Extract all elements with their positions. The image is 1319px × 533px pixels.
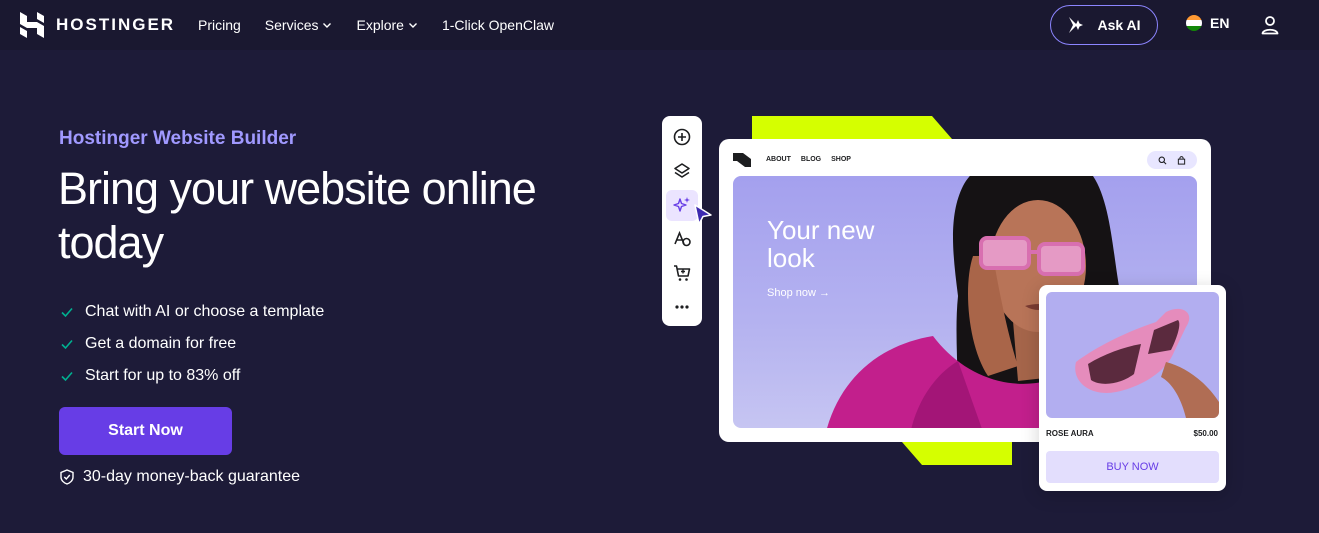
ask-ai-label: Ask AI [1097, 17, 1141, 33]
site-nav: ABOUT BLOG SHOP [766, 156, 851, 163]
site-hero-title: Your new look [767, 215, 875, 273]
feature-text: Chat with AI or choose a template [85, 303, 325, 320]
layers-button[interactable] [666, 156, 698, 187]
layers-icon [674, 163, 690, 179]
store-button[interactable] [666, 258, 698, 289]
language-selector[interactable]: EN [1186, 15, 1229, 31]
site-logo-icon [733, 153, 751, 167]
india-flag-icon [1186, 15, 1202, 31]
chevron-down-icon [323, 23, 332, 28]
nav-pricing[interactable]: Pricing [198, 17, 241, 33]
hero-eyebrow: Hostinger Website Builder [59, 128, 297, 149]
nav-services-label: Services [264, 17, 319, 33]
search-icon[interactable] [1158, 156, 1167, 165]
ask-ai-button[interactable]: Ask AI [1050, 5, 1158, 45]
nav-openclaw[interactable]: 1-Click OpenClaw [442, 17, 554, 33]
main-nav: Pricing Services Explore 1-Click OpenCla… [198, 0, 554, 50]
hero-headline: Bring your website online today [58, 163, 537, 268]
product-image [1046, 292, 1219, 418]
nav-pricing-label: Pricing [198, 17, 241, 33]
user-account-icon[interactable] [1260, 15, 1280, 35]
nav-explore-label: Explore [356, 17, 404, 33]
check-icon [61, 371, 73, 382]
nav-explore[interactable]: Explore [356, 17, 417, 33]
top-navigation-bar: HOSTINGER Pricing Services Explore 1-Cli… [0, 0, 1319, 50]
more-icon [675, 305, 689, 309]
feature-item: Get a domain for free [61, 328, 324, 360]
cart-icon [674, 265, 691, 282]
hostinger-logo-icon [20, 12, 44, 38]
bag-icon[interactable] [1177, 155, 1186, 165]
ai-sparkle-icon [673, 197, 690, 212]
chevron-down-icon [408, 23, 417, 28]
site-header-icons [1147, 151, 1197, 169]
site-nav-shop[interactable]: SHOP [831, 156, 851, 163]
typography-icon [674, 231, 691, 247]
nav-openclaw-label: 1-Click OpenClaw [441, 17, 554, 33]
pointer-cursor-icon [694, 204, 712, 225]
feature-text: Start for up to 83% off [85, 367, 241, 384]
add-element-button[interactable] [666, 122, 698, 153]
ai-spark-icon [1069, 17, 1084, 33]
plus-circle-icon [673, 128, 691, 146]
money-back-guarantee: 30-day money-back guarantee [59, 468, 300, 486]
check-icon [61, 339, 73, 350]
more-options-button[interactable] [666, 292, 698, 323]
shop-now-link[interactable]: Shop now → [767, 287, 830, 299]
check-icon [61, 307, 73, 318]
site-nav-blog[interactable]: BLOG [801, 156, 821, 163]
start-now-button[interactable]: Start Now [59, 407, 232, 455]
sunglasses-photo [1075, 308, 1219, 418]
feature-text: Get a domain for free [85, 335, 237, 352]
buy-now-button[interactable]: BUY NOW [1046, 451, 1219, 483]
site-nav-about[interactable]: ABOUT [766, 156, 791, 163]
typography-button[interactable] [666, 224, 698, 255]
feature-item: Chat with AI or choose a template [61, 296, 324, 328]
feature-list: Chat with AI or choose a template Get a … [61, 296, 324, 392]
nav-services[interactable]: Services [265, 17, 333, 33]
guarantee-text: 30-day money-back guarantee [83, 468, 301, 485]
product-price: $50.00 [1193, 429, 1218, 438]
brand-name: HOSTINGER [56, 15, 176, 34]
product-card: ROSE AURA $50.00 BUY NOW [1039, 285, 1226, 491]
feature-item: Start for up to 83% off [61, 360, 324, 392]
product-name: ROSE AURA [1046, 429, 1094, 438]
language-code: EN [1210, 15, 1230, 31]
shield-check-icon [60, 469, 74, 485]
hostinger-logo[interactable]: HOSTINGER [18, 11, 175, 39]
